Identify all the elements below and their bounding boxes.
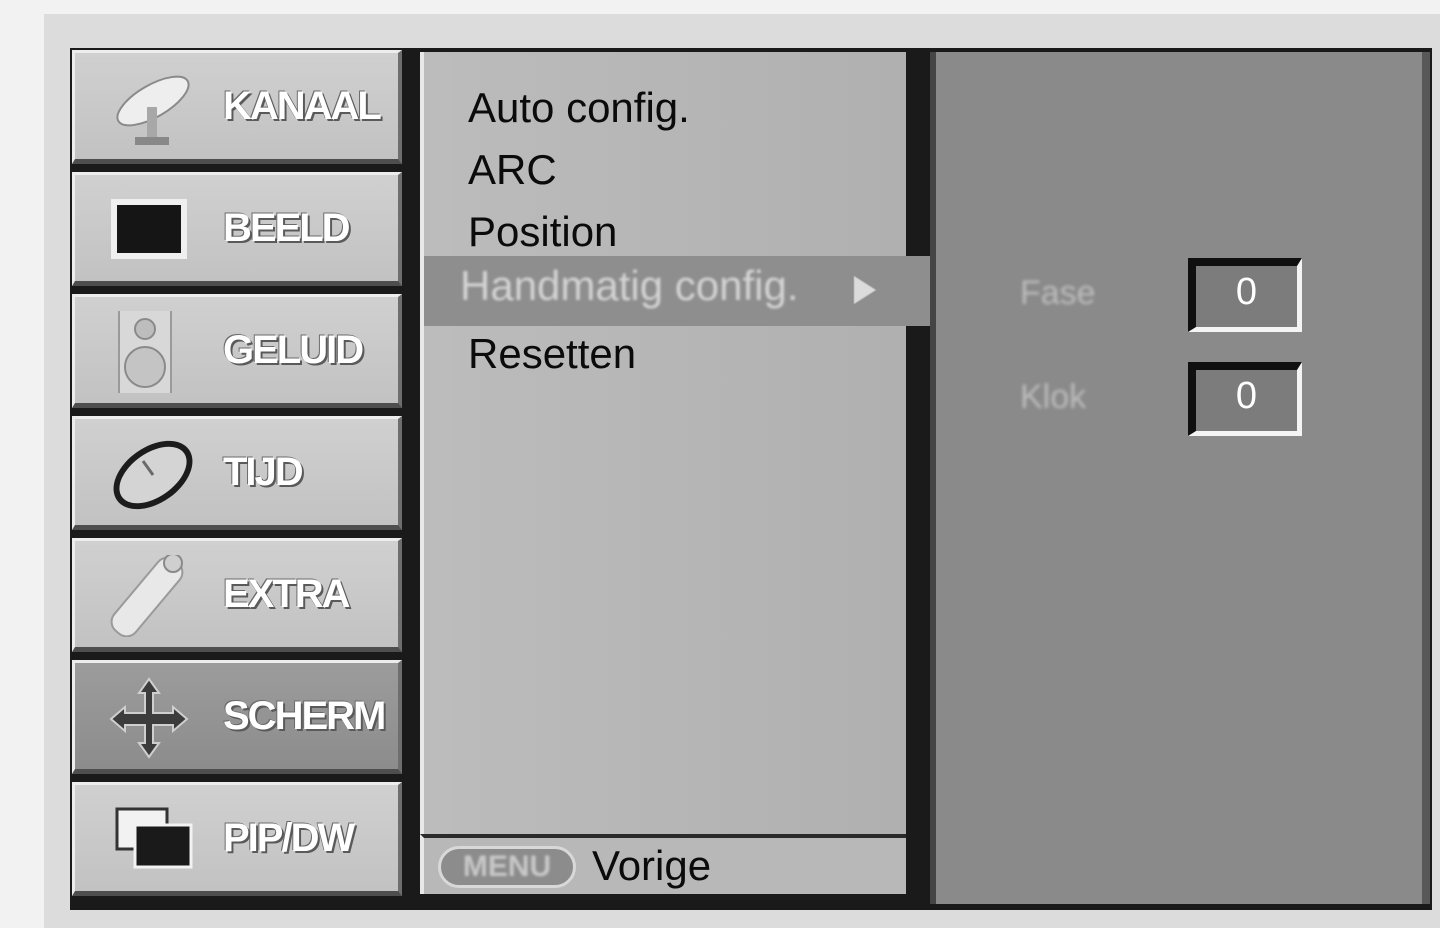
pip-windows-icon xyxy=(115,807,193,869)
category-label: BEELD xyxy=(223,205,351,250)
category-scherm[interactable]: SCHERM xyxy=(72,660,402,774)
param-label-klok: Klok xyxy=(1020,378,1087,416)
category-label: PIP/DW xyxy=(223,815,355,860)
clock-icon xyxy=(113,440,193,510)
menu-item-handmatig-config[interactable]: Handmatig config. xyxy=(424,256,930,326)
category-label: EXTRA xyxy=(223,571,351,616)
category-geluid[interactable]: GELUID xyxy=(72,294,402,408)
submenu: Auto config. ARC Position Resetten xyxy=(420,52,906,834)
category-pip-dw[interactable]: PIP/DW xyxy=(72,782,402,896)
param-value-klok[interactable]: 0 xyxy=(1188,362,1302,436)
menu-item-arc[interactable]: ARC xyxy=(468,146,557,194)
category-label: SCHERM xyxy=(223,693,386,738)
category-beeld[interactable]: BEELD xyxy=(72,172,402,286)
satellite-dish-icon xyxy=(116,75,190,145)
tv-screen-icon xyxy=(111,199,187,259)
back-label: Vorige xyxy=(592,842,712,889)
menu-item-resetten[interactable]: Resetten xyxy=(468,330,636,378)
menu-item-label: Handmatig config. xyxy=(460,262,799,309)
move-arrows-icon xyxy=(109,677,189,759)
menu-footer: MENU Vorige xyxy=(420,834,906,894)
menu-item-position[interactable]: Position xyxy=(468,208,617,256)
category-label: KANAAL xyxy=(223,83,382,128)
arrow-right-icon xyxy=(854,276,876,304)
menu-key-button[interactable]: MENU xyxy=(438,846,576,888)
speaker-icon xyxy=(118,311,172,393)
adjust-panel: Fase 0 Klok 0 xyxy=(930,52,1430,904)
category-column: KANAAL BEELD GELUID TIJD EXTRA SCHERM PI… xyxy=(72,50,406,908)
menu-item-auto-config[interactable]: Auto config. xyxy=(468,84,690,132)
category-extra[interactable]: EXTRA xyxy=(72,538,402,652)
menu-key-label: MENU xyxy=(462,850,552,883)
category-kanaal[interactable]: KANAAL xyxy=(72,50,402,164)
category-label: TIJD xyxy=(223,449,304,494)
category-label: GELUID xyxy=(223,327,364,372)
remote-control-icon xyxy=(110,555,184,637)
category-tijd[interactable]: TIJD xyxy=(72,416,402,530)
param-value-fase[interactable]: 0 xyxy=(1188,258,1302,332)
param-label-fase: Fase xyxy=(1020,274,1096,312)
